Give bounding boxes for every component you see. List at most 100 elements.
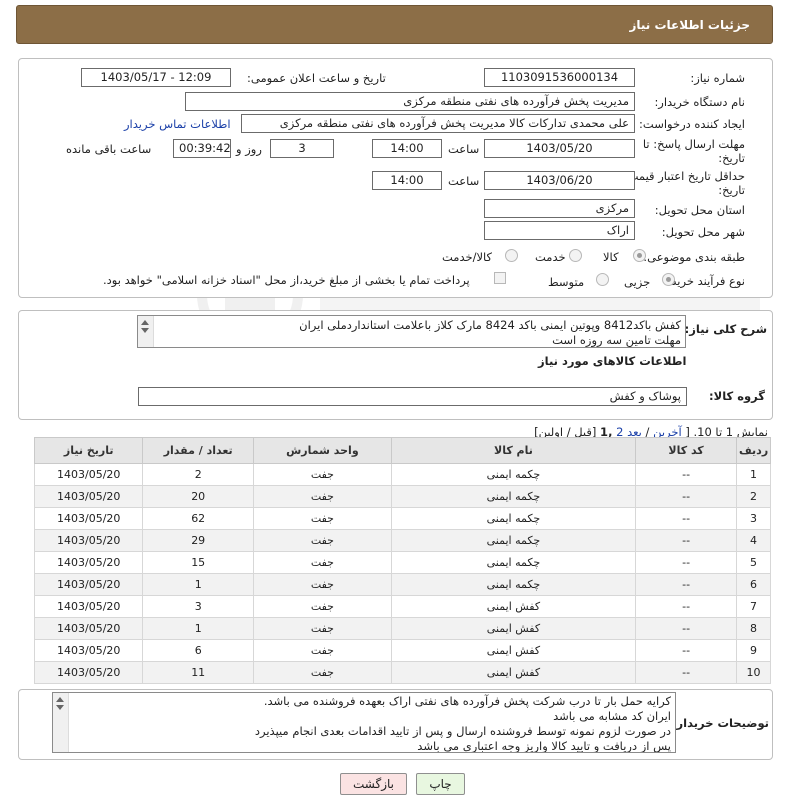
treasury-payment-note: پرداخت تمام یا بخشی از مبلغ خرید،از محل … [103,273,470,287]
column-header-name: نام کالا [390,437,637,464]
description-label: شرح کلی نیاز: [684,322,767,336]
cell-unit: جفت [252,551,392,574]
cell-unit: جفت [252,507,392,530]
buyer-org-field: مدیریت پخش فرآورده های نفتی منطقه مرکزی [185,92,635,111]
table-row: 9 -- کفش ایمنی جفت 6 1403/05/20 [33,639,771,662]
cell-need-date: 1403/05/20 [33,639,144,662]
cell-row-number: 4 [736,529,771,552]
cell-item-name: چکمه ایمنی [390,551,637,574]
cell-item-name: چکمه ایمنی [390,573,637,596]
buyer-note-line-2: ایران کد مشابه می باشد [553,709,671,723]
page-title: جزئیات اطلاعات نیاز [629,17,750,32]
reply-time-field: 14:00 [372,139,442,158]
price-date-field: 1403/06/20 [484,171,635,190]
province-field: مرکزی [484,199,635,218]
cell-row-number: 7 [736,595,771,618]
remaining-label: ساعت باقی مانده [66,142,152,156]
cell-row-number: 6 [736,573,771,596]
creator-label: ایجاد کننده درخواست: [639,117,745,131]
cell-item-code: -- [635,617,738,640]
reply-date-field: 1403/05/20 [484,139,635,158]
category-radio-both[interactable] [505,249,518,262]
cell-unit: جفت [252,529,392,552]
treasury-payment-checkbox[interactable] [494,272,506,284]
cell-unit: جفت [252,463,392,486]
cell-quantity: 62 [142,507,254,530]
cell-item-code: -- [635,463,738,486]
creator-field: علی محمدی تدارکات کالا مدیریت پخش فرآورد… [241,114,635,133]
category-label: طبقه بندی موضوعی: [643,250,745,264]
cell-need-date: 1403/05/20 [33,529,144,552]
need-number-label: شماره نیاز: [690,71,745,85]
cell-item-name: کفش ایمنی [390,595,637,618]
announce-label: تاریخ و ساعت اعلان عمومی: [247,71,386,85]
buyer-org-label: نام دستگاه خریدار: [654,95,745,109]
cell-quantity: 3 [142,595,254,618]
description-textarea[interactable]: کفش باکد8412 وپوتین ایمنی باکد 8424 مارک… [137,315,686,348]
cell-item-name: کفش ایمنی [390,617,637,640]
contact-info-link[interactable]: اطلاعات تماس خریدار [124,117,231,131]
cell-row-number: 8 [736,617,771,640]
cell-need-date: 1403/05/20 [33,595,144,618]
column-header-code: کد کالا [635,437,738,464]
cell-quantity: 20 [142,485,254,508]
table-row: 1 -- چکمه ایمنی جفت 2 1403/05/20 [33,463,771,486]
cell-item-name: کفش ایمنی [390,639,637,662]
remaining-time-field: 00:39:42 [173,139,231,158]
process-radio-medium[interactable] [596,273,609,286]
cell-item-name: چکمه ایمنی [390,529,637,552]
city-field: اراک [484,221,635,240]
cell-unit: جفت [252,661,392,684]
goods-group-label: گروه کالا: [709,389,765,403]
table-row: 7 -- کفش ایمنی جفت 3 1403/05/20 [33,595,771,618]
description-line-1: کفش باکد8412 وپوتین ایمنی باکد 8424 مارک… [299,318,681,332]
cell-item-code: -- [635,661,738,684]
category-option-service: خدمت [535,250,566,264]
cell-row-number: 2 [736,485,771,508]
process-radio-partial[interactable] [662,273,675,286]
cell-unit: جفت [252,485,392,508]
cell-item-code: -- [635,507,738,530]
cell-row-number: 5 [736,551,771,574]
cell-unit: جفت [252,595,392,618]
cell-need-date: 1403/05/20 [33,661,144,684]
cell-need-date: 1403/05/20 [33,551,144,574]
buyer-notes-label: توضیحات خریدار: [671,716,769,730]
cell-unit: جفت [252,617,392,640]
cell-quantity: 15 [142,551,254,574]
price-validity-label-2: تاریخ: [718,183,745,197]
print-button[interactable]: چاپ [416,773,465,795]
buyer-notes-textarea[interactable]: کرایه حمل بار تا درب شرکت پخش فرآورده ها… [52,692,676,753]
table-row: 5 -- چکمه ایمنی جفت 15 1403/05/20 [33,551,771,574]
description-line-2: مهلت تامین سه روزه است [552,333,681,347]
table-row: 6 -- چکمه ایمنی جفت 1 1403/05/20 [33,573,771,596]
table-row: 4 -- چکمه ایمنی جفت 29 1403/05/20 [33,529,771,552]
need-number-field: 1103091536000134 [484,68,635,87]
table-row: 2 -- چکمه ایمنی جفت 20 1403/05/20 [33,485,771,508]
table-row: 8 -- کفش ایمنی جفت 1 1403/05/20 [33,617,771,640]
reply-deadline-label-2: تاریخ: [718,151,745,165]
days-label: روز و [236,142,262,156]
back-button[interactable]: بازگشت [340,773,407,795]
category-radio-goods[interactable] [633,249,646,262]
cell-row-number: 1 [736,463,771,486]
goods-section-title: اطلاعات کالاهای مورد نیاز [538,354,687,368]
category-option-both: کالا/خدمت [442,250,493,264]
column-header-unit: واحد شمارش [252,437,392,464]
column-header-quantity: تعداد / مقدار [142,437,254,464]
description-scrollbar[interactable] [138,316,154,347]
cell-row-number: 3 [736,507,771,530]
buyer-note-line-3: در صورت لزوم نمونه توسط فروشنده ارسال و … [254,724,671,738]
page-header: جزئیات اطلاعات نیاز [16,5,773,44]
days-field: 3 [270,139,334,158]
table-row: 3 -- چکمه ایمنی جفت 62 1403/05/20 [33,507,771,530]
process-option-partial: جزیی [624,275,651,289]
cell-quantity: 1 [142,573,254,596]
cell-item-name: چکمه ایمنی [390,507,637,530]
cell-item-code: -- [635,639,738,662]
price-time-label: ساعت [448,174,480,188]
cell-quantity: 29 [142,529,254,552]
cell-item-code: -- [635,551,738,574]
buyer-notes-scrollbar[interactable] [53,693,69,752]
category-radio-service[interactable] [569,249,582,262]
